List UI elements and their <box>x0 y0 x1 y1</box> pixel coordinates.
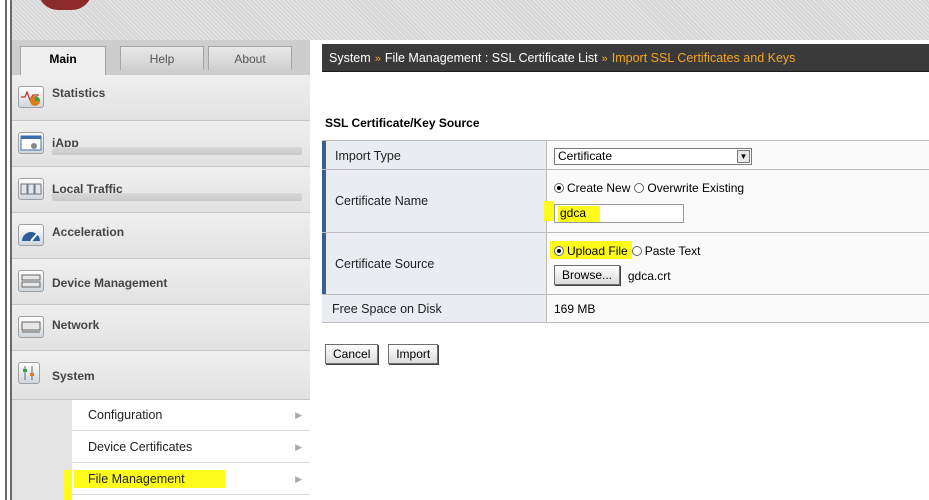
breadcrumb-separator: » <box>374 53 381 65</box>
create-new-label: Create New <box>567 180 631 195</box>
sidebar-item-statistics[interactable]: Statistics <box>12 75 310 121</box>
breadcrumb-current: Import SSL Certificates and Keys <box>611 51 796 65</box>
system-submenu: Configuration ▶ Device Certificates ▶ File… <box>72 400 312 500</box>
statistics-icon <box>18 86 44 108</box>
sidebar-item-network[interactable]: Network <box>12 305 310 351</box>
sidebar: Main Help About Statistics iApp Local Tr… <box>12 40 312 500</box>
certificate-name-input[interactable]: gdca <box>554 204 684 223</box>
dropdown-arrow-icon[interactable]: ▼ <box>737 150 750 163</box>
sidebar-item-label: Acceleration <box>52 225 125 239</box>
overwrite-existing-radio[interactable] <box>634 182 645 193</box>
breadcrumb-separator: » <box>601 53 608 65</box>
sidebar-item-acceleration[interactable]: Acceleration <box>12 213 310 259</box>
import-button[interactable]: Import <box>388 344 439 364</box>
submenu-item-file-management[interactable]: File Management ▶ <box>72 464 310 495</box>
tab-about[interactable]: About <box>208 46 292 70</box>
network-icon <box>18 316 44 338</box>
submenu-item-configuration[interactable]: Configuration ▶ <box>72 400 310 431</box>
sidebar-item-device-management[interactable]: Device Management <box>12 259 310 305</box>
selected-file-name: gdca.crt <box>627 268 671 283</box>
section-title: SSL Certificate/Key Source <box>325 116 480 130</box>
device-management-icon <box>18 270 44 292</box>
certificate-name-label: Certificate Name <box>335 194 429 208</box>
acceleration-icon <box>18 224 44 246</box>
window-edge <box>0 0 12 500</box>
sidebar-item-iapp[interactable]: iApp <box>12 121 310 167</box>
free-space-value: 169 MB <box>554 302 596 316</box>
free-space-label: Free Space on Disk <box>332 302 442 316</box>
system-icon <box>18 362 40 384</box>
sidebar-item-system[interactable]: System <box>12 351 310 400</box>
chevron-right-icon: ▶ <box>295 410 302 420</box>
breadcrumb: System» File Management : SSL Certificate… <box>322 44 929 72</box>
breadcrumb-system[interactable]: System <box>329 51 371 65</box>
tab-help[interactable]: Help <box>120 46 204 70</box>
highlight-mark <box>544 201 554 221</box>
iapp-icon <box>18 132 44 154</box>
browse-button[interactable]: Browse... <box>554 265 621 285</box>
import-type-select[interactable]: Certificate ▼ <box>554 148 752 165</box>
row-certificate-name: Certificate Name Create New Overwrite Exi… <box>322 170 929 233</box>
upload-file-radio[interactable] <box>554 245 564 256</box>
top-banner <box>0 0 929 40</box>
row-certificate-source: Certificate Source Upload File Paste Text… <box>322 233 929 295</box>
import-type-label: Import Type <box>335 149 401 163</box>
form-actions: Cancel Import <box>325 344 439 364</box>
row-free-space: Free Space on Disk 169 MB <box>322 295 929 323</box>
submenu-item-device-certificates[interactable]: Device Certificates ▶ <box>72 432 310 463</box>
tab-main[interactable]: Main <box>20 46 106 76</box>
sidebar-item-label: Network <box>52 318 100 332</box>
main-content: SSL Certificate/Key Source Import Type C… <box>322 72 929 500</box>
f5-logo <box>38 0 92 10</box>
create-new-radio[interactable] <box>554 182 564 193</box>
paste-text-label: Paste Text <box>644 243 701 258</box>
row-import-type: Import Type Certificate ▼ <box>322 140 929 170</box>
sidebar-item-label: Statistics <box>52 86 106 100</box>
sidebar-tabs: Main Help About <box>12 40 310 76</box>
highlight-mark <box>64 470 72 500</box>
local-traffic-icon <box>18 178 44 200</box>
certificate-source-label: Certificate Source <box>335 257 435 271</box>
sidebar-item-label: System <box>52 369 95 383</box>
chevron-right-icon: ▶ <box>295 474 302 484</box>
upload-file-label: Upload File <box>567 243 628 258</box>
chevron-right-icon: ▶ <box>295 442 302 452</box>
sidebar-item-label: Device Management <box>52 276 168 290</box>
cancel-button[interactable]: Cancel <box>325 344 379 364</box>
overwrite-existing-label: Overwrite Existing <box>647 180 745 195</box>
breadcrumb-file-management[interactable]: File Management : SSL Certificate List <box>385 51 598 65</box>
sidebar-item-local-traffic[interactable]: Local Traffic <box>12 167 310 213</box>
paste-text-radio[interactable] <box>631 245 642 256</box>
